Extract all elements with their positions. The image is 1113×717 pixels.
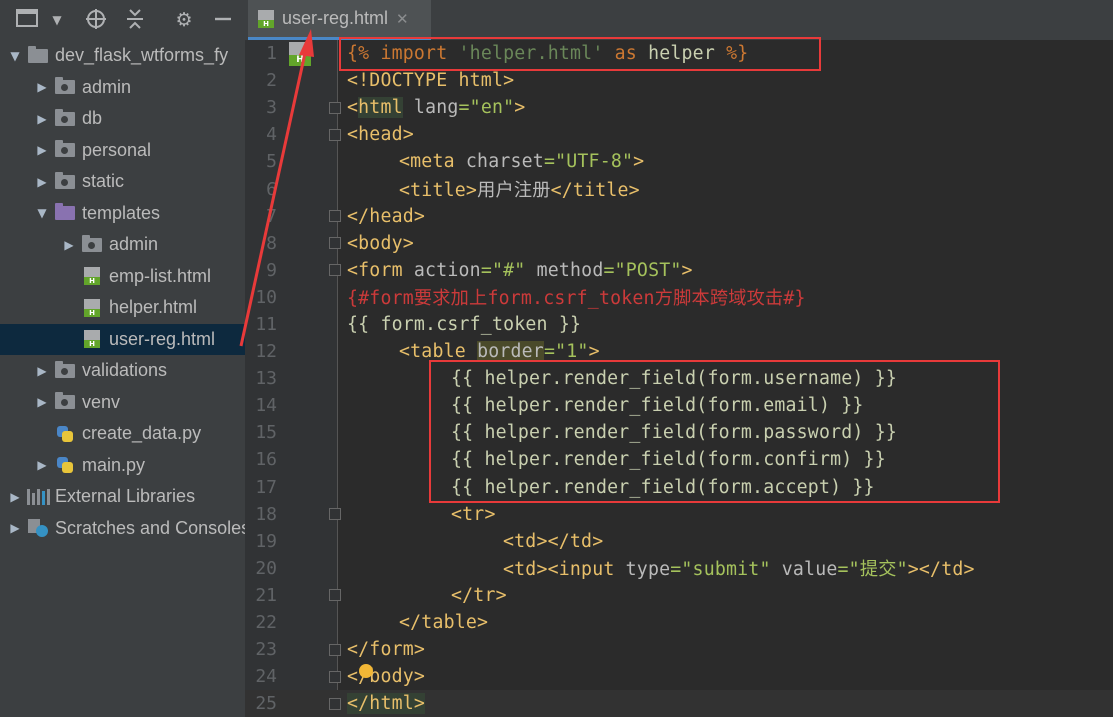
annotation-arrow xyxy=(239,29,314,347)
lightbulb-icon[interactable] xyxy=(359,664,373,678)
